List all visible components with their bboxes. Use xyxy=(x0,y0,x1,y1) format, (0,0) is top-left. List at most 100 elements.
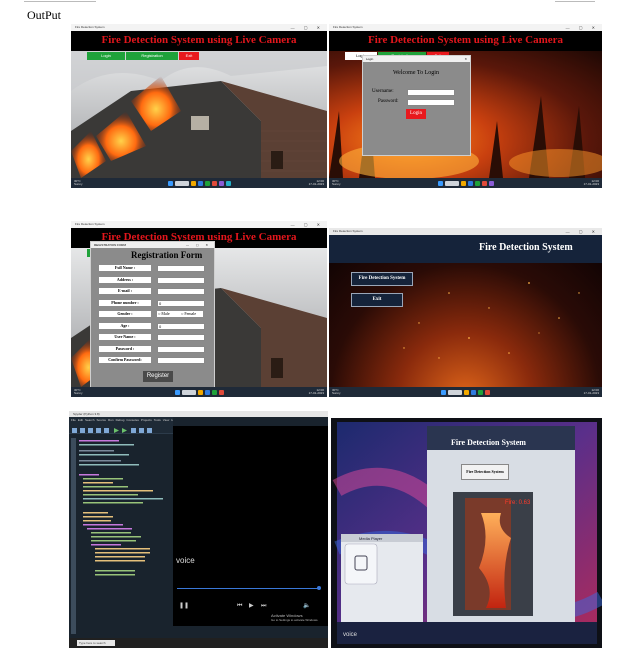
app-icon[interactable] xyxy=(471,389,476,395)
ide-menu-item[interactable]: Debug xyxy=(116,418,125,422)
form-field-label: User Name : xyxy=(99,334,151,340)
header-band: Fire Detection System xyxy=(329,235,602,263)
ide-menu-item[interactable]: Consoles xyxy=(126,418,139,422)
app-icon[interactable] xyxy=(225,180,231,186)
app-icon[interactable] xyxy=(211,180,217,186)
start-icon[interactable] xyxy=(174,389,180,395)
photo-voice-label: voice xyxy=(343,632,358,638)
fire-detection-menu-button[interactable]: Fire Detection System xyxy=(351,272,413,286)
pause-icon[interactable]: ❚❚ xyxy=(179,602,189,609)
form-field-label: Phone number : xyxy=(99,299,151,306)
taskbar-search-box[interactable]: Type here to search xyxy=(77,640,115,646)
clock: 12:00 17-01-2023 xyxy=(308,388,324,395)
nav-registration-button[interactable]: Registration xyxy=(126,52,178,60)
clock: 12:00 17-01-2023 xyxy=(583,388,599,395)
username-input[interactable] xyxy=(407,89,455,96)
video-seek-bar[interactable] xyxy=(177,588,319,589)
app-icon[interactable] xyxy=(485,389,490,395)
form-field-input[interactable] xyxy=(157,288,205,295)
video-window: voice ❚❚ ⏮ ▶ ⏭ 🔈 Activate Windows Go to … xyxy=(173,426,328,626)
login-button[interactable]: Login xyxy=(406,109,426,119)
app-title: Fire Detection System using Live Camera xyxy=(101,34,297,46)
photo-app-title: Fire Detection System xyxy=(451,438,526,447)
search-icon[interactable] xyxy=(444,180,459,186)
form-field-input[interactable] xyxy=(157,357,205,364)
ide-menu-item[interactable]: Edit xyxy=(78,418,83,422)
ide-menu-item[interactable]: Source xyxy=(97,418,107,422)
app-icon[interactable] xyxy=(204,389,210,395)
dialog-title: REGISTRATION FORM xyxy=(94,243,126,247)
ide-menu-item[interactable]: Help xyxy=(171,418,173,422)
taskbar: 30°C Sunny 12:00 17-01-2023 xyxy=(329,178,602,188)
form-field-input[interactable] xyxy=(157,334,205,341)
ide-menu-item[interactable]: Run xyxy=(108,418,114,422)
page-heading: OutPut xyxy=(27,8,62,22)
taskbar: 30°C Sunny 12:00 17-01-2023 xyxy=(71,178,327,188)
start-icon[interactable] xyxy=(437,180,443,186)
video-seek-thumb[interactable] xyxy=(317,586,321,590)
weather-widget: 30°C Sunny xyxy=(332,388,341,395)
search-icon[interactable] xyxy=(174,180,189,186)
prev-icon[interactable]: ⏮ xyxy=(237,602,242,610)
app-icon[interactable] xyxy=(190,180,196,186)
window-controls[interactable]: — ▢ ✕ xyxy=(291,24,324,31)
play-icon[interactable]: ▶ xyxy=(249,602,254,609)
form-field-input[interactable] xyxy=(157,265,205,272)
form-field-input[interactable]: 0 xyxy=(157,299,205,307)
volume-icon[interactable]: 🔈 xyxy=(303,602,310,609)
code-editor[interactable] xyxy=(69,434,173,638)
form-field-input[interactable] xyxy=(157,345,205,353)
window-titlebar: Fire Detection System — ▢ ✕ xyxy=(329,24,602,31)
form-field-label: E-mail : xyxy=(99,288,151,294)
menu-items: File Edit Search Source Run Debug Consoles Proj… xyxy=(69,418,173,422)
nav-exit-button[interactable]: Exit xyxy=(179,52,199,60)
ide-menu-item[interactable]: Search xyxy=(85,418,95,422)
photo-fire-detection-button[interactable]: Fire Detection System xyxy=(461,464,509,480)
form-field-input[interactable] xyxy=(157,276,205,284)
start-icon[interactable] xyxy=(441,389,446,395)
dialog-window-controls[interactable]: — ▢ ✕ xyxy=(186,242,211,248)
app-icon[interactable] xyxy=(478,389,483,395)
panel-home: Fire Detection System — ▢ ✕ Fire Detecti… xyxy=(71,24,327,188)
ide-menu-item[interactable]: View xyxy=(163,418,169,422)
window-controls[interactable]: — ▢ ✕ xyxy=(566,24,599,31)
ide-menu-item[interactable]: Projects xyxy=(141,418,152,422)
register-button[interactable]: Register xyxy=(143,371,173,382)
registration-dialog: REGISTRATION FORM — ▢ ✕ Registration For… xyxy=(90,241,215,389)
window-title: Fire Detection System xyxy=(75,222,105,226)
search-icon[interactable] xyxy=(181,389,196,395)
app-icon[interactable] xyxy=(474,180,480,186)
app-icon[interactable] xyxy=(481,180,487,186)
form-field-label: Confirm Password: xyxy=(99,357,151,363)
app-icon[interactable] xyxy=(204,180,210,186)
app-icon[interactable] xyxy=(218,180,224,186)
app-icon[interactable] xyxy=(197,180,203,186)
app-icon[interactable] xyxy=(197,389,203,395)
app-icon[interactable] xyxy=(460,180,466,186)
exit-menu-button[interactable]: Exit xyxy=(351,293,403,307)
window-controls[interactable]: — ▢ ✕ xyxy=(291,221,324,228)
ide-title: Spyder (Python 3.8) xyxy=(73,412,100,416)
dialog-close-icon[interactable]: ✕ xyxy=(464,56,467,62)
app-icon[interactable] xyxy=(211,389,217,395)
welcome-label: Welcome To Login xyxy=(393,70,439,76)
next-icon[interactable]: ⏭ xyxy=(261,602,266,610)
nav-login-button[interactable]: Login xyxy=(87,52,125,60)
search-icon[interactable] xyxy=(448,389,462,395)
video-controls[interactable]: ❚❚ ⏮ ▶ ⏭ 🔈 xyxy=(177,602,323,610)
gender-radio-female[interactable]: ○ Female xyxy=(180,311,203,317)
start-icon[interactable] xyxy=(167,180,173,186)
app-icon[interactable] xyxy=(218,389,224,395)
window-titlebar: Fire Detection System — ▢ ✕ xyxy=(329,228,602,235)
app-icon[interactable] xyxy=(467,180,473,186)
window-controls[interactable]: — ▢ ✕ xyxy=(566,228,599,235)
ide-menu-item[interactable]: File xyxy=(71,418,76,422)
burning-house-image xyxy=(71,51,327,178)
form-field-input[interactable]: 0 xyxy=(157,322,205,330)
app-icon[interactable] xyxy=(488,180,494,186)
ide-menu-item[interactable]: Tools xyxy=(154,418,161,422)
dialog-titlebar: Login ✕ xyxy=(363,56,470,62)
password-input[interactable] xyxy=(407,99,455,106)
gender-radio-male[interactable]: ○ Male xyxy=(157,311,180,317)
app-icon[interactable] xyxy=(464,389,469,395)
